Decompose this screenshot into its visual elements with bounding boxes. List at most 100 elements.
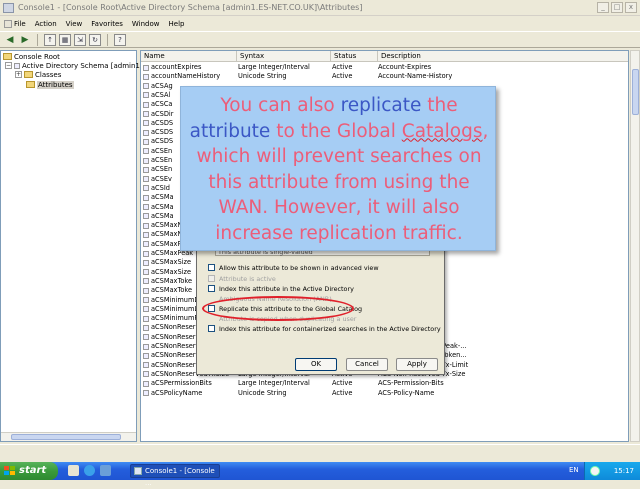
description-cell: ACS-Policy-Name bbox=[378, 388, 435, 397]
status-cell: Active bbox=[332, 63, 353, 71]
syntax-cell: Unicode String bbox=[238, 72, 287, 81]
index-ad-checkbox[interactable] bbox=[208, 285, 215, 292]
tree-horizontal-scrollbar[interactable] bbox=[1, 432, 136, 441]
scrollbar-thumb[interactable] bbox=[11, 434, 121, 440]
attribute-icon bbox=[143, 83, 149, 90]
attribute-icon bbox=[143, 157, 149, 164]
expand-icon[interactable]: + bbox=[15, 71, 22, 78]
menu-help[interactable]: Help bbox=[169, 20, 185, 28]
attribute-icon bbox=[143, 343, 149, 350]
replicate-highlight-oval bbox=[202, 296, 354, 321]
tree-item-schema[interactable]: − Active Directory Schema [admin1.ES- bbox=[5, 61, 153, 70]
description-cell: ACS-Permission-Bits bbox=[378, 379, 444, 388]
network-icon[interactable] bbox=[590, 466, 600, 476]
syntax-cell: Large Integer/Interval bbox=[238, 379, 310, 388]
show-tree-icon[interactable]: ▦ bbox=[59, 33, 71, 46]
clock: 15:17 bbox=[613, 467, 634, 475]
menu-favorites[interactable]: Favorites bbox=[91, 20, 123, 28]
help-icon[interactable]: ? bbox=[114, 33, 126, 46]
minimize-button[interactable]: _ bbox=[597, 2, 609, 13]
menu-bar: File Action View Favorites Window Help bbox=[0, 17, 640, 31]
table-row[interactable]: aCSPermissionBits Large Integer/Interval A… bbox=[141, 379, 628, 388]
attribute-icon bbox=[143, 371, 149, 378]
attribute-icon bbox=[143, 352, 149, 359]
apply-button[interactable]: Apply bbox=[396, 358, 438, 371]
menu-file[interactable]: File bbox=[4, 20, 26, 28]
attribute-icon bbox=[143, 204, 149, 210]
internet-explorer-icon[interactable] bbox=[84, 465, 95, 476]
mmc-icon bbox=[3, 3, 14, 13]
annotation-callout: You can also replicate the attribute to … bbox=[180, 86, 496, 251]
index-ad-label: Index this attribute in the Active Direc… bbox=[219, 285, 354, 293]
status-cell: Active bbox=[332, 388, 353, 397]
export-icon[interactable]: ⇲ bbox=[74, 33, 86, 46]
attribute-icon bbox=[143, 101, 149, 108]
advanced-view-label: Allow this attribute to be shown in adva… bbox=[219, 264, 379, 272]
attribute-active-checkbox[interactable] bbox=[208, 275, 215, 282]
attribute-icon bbox=[143, 315, 149, 322]
attribute-icon bbox=[143, 129, 149, 136]
cancel-button[interactable]: Cancel bbox=[346, 358, 388, 371]
system-tray: 15:17 bbox=[584, 462, 640, 480]
syntax-cell: Unicode String bbox=[238, 388, 287, 397]
column-header-name[interactable]: Name bbox=[141, 51, 237, 62]
callout-text: You can also replicate the attribute to … bbox=[189, 95, 489, 244]
window-title-bar: Console1 - [Console Root\Active Director… bbox=[0, 0, 640, 16]
attribute-active-label: Attribute is active bbox=[219, 275, 276, 283]
attribute-icon bbox=[143, 334, 149, 341]
close-button[interactable]: x bbox=[625, 2, 637, 13]
table-row[interactable]: accountExpires Large Integer/Interval Acti… bbox=[141, 63, 628, 72]
show-desktop-icon[interactable] bbox=[68, 465, 79, 476]
mmc-icon bbox=[134, 467, 142, 475]
attribute-name-cell: accountExpires bbox=[143, 63, 237, 72]
tree-item-attributes[interactable]: Attributes bbox=[26, 80, 74, 89]
toolbar-separator bbox=[107, 33, 108, 46]
attribute-icon bbox=[143, 287, 149, 294]
menu-window[interactable]: Window bbox=[132, 20, 160, 28]
refresh-icon[interactable]: ↻ bbox=[89, 33, 101, 46]
forward-arrow-icon[interactable]: ▶ bbox=[19, 34, 31, 46]
tree-item-console-root[interactable]: Console Root bbox=[3, 52, 60, 61]
column-header-description[interactable]: Description bbox=[378, 51, 628, 62]
media-player-icon[interactable] bbox=[100, 465, 111, 476]
attribute-icon bbox=[143, 250, 149, 257]
syntax-cell: Large Integer/Interval bbox=[238, 63, 310, 71]
start-button[interactable]: start bbox=[0, 462, 58, 480]
column-header-status[interactable]: Status bbox=[331, 51, 378, 62]
attribute-icon bbox=[143, 269, 149, 276]
advanced-view-checkbox[interactable] bbox=[208, 264, 215, 271]
maximize-button[interactable]: □ bbox=[611, 2, 623, 13]
back-arrow-icon[interactable]: ◀ bbox=[4, 34, 16, 46]
attribute-icon bbox=[143, 194, 149, 201]
collapse-icon[interactable]: − bbox=[5, 62, 12, 69]
ok-button[interactable]: OK bbox=[295, 358, 337, 371]
table-row[interactable]: accountNameHistory Unicode String Active Ac… bbox=[141, 72, 628, 81]
status-cell: Active bbox=[332, 72, 353, 81]
column-header-syntax[interactable]: Syntax bbox=[237, 51, 331, 62]
table-row[interactable]: aCSPolicyName Unicode String Active ACS-Pol… bbox=[141, 388, 628, 398]
tree-item-classes[interactable]: + Classes bbox=[15, 70, 61, 79]
attribute-icon bbox=[143, 362, 149, 369]
menu-action[interactable]: Action bbox=[35, 20, 57, 28]
toolbar-separator bbox=[37, 33, 38, 46]
attribute-icon bbox=[143, 64, 149, 71]
folder-icon bbox=[24, 71, 33, 78]
scrollbar-thumb[interactable] bbox=[632, 69, 639, 115]
attribute-icon bbox=[143, 306, 149, 313]
menu-view[interactable]: View bbox=[66, 20, 83, 28]
language-indicator[interactable]: EN bbox=[569, 466, 579, 474]
taskbar: start Console1 - [Console ... EN 15:17 bbox=[0, 462, 640, 487]
attribute-icon bbox=[143, 73, 149, 80]
attribute-icon bbox=[143, 278, 149, 285]
up-folder-icon[interactable]: ↑ bbox=[44, 33, 56, 46]
console-tree: Console Root − Active Directory Schema [… bbox=[0, 50, 153, 442]
attribute-icon bbox=[143, 241, 149, 248]
window-controls: _ □ x bbox=[597, 2, 637, 13]
taskbar-item-console[interactable]: Console1 - [Console ... bbox=[130, 464, 220, 487]
description-cell: Account-Expires bbox=[378, 63, 432, 71]
index-containerized-checkbox[interactable] bbox=[208, 325, 215, 332]
windows-logo-icon bbox=[4, 466, 15, 476]
list-vertical-scrollbar[interactable] bbox=[630, 50, 640, 442]
attribute-icon bbox=[143, 297, 149, 303]
attribute-icon bbox=[143, 231, 149, 238]
